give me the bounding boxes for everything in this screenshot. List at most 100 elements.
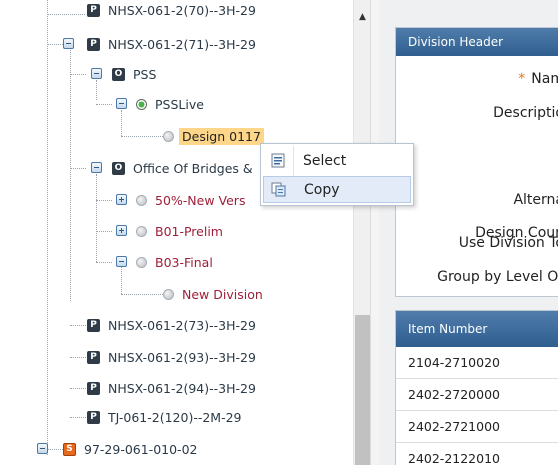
collapse-toggle[interactable] xyxy=(91,162,102,173)
tree-line xyxy=(121,110,122,136)
tree-node-label: Design 0117 xyxy=(179,127,264,145)
tree-line xyxy=(121,136,163,137)
tree-node-label: NHSX-061-2(73)--3H-29 xyxy=(108,317,256,333)
select-icon xyxy=(263,153,293,168)
division-header-form: Division Header *Nam Descriptio Alterna … xyxy=(395,27,558,297)
tree-node-label: B01-Prelim xyxy=(155,223,223,239)
tree-node-division[interactable]: B03-Final xyxy=(136,252,216,272)
name-field-label: * Nam xyxy=(518,71,558,87)
item-number-column-header[interactable]: Item Number xyxy=(396,311,558,347)
tree-line xyxy=(96,104,112,105)
project-badge-icon: P xyxy=(87,3,100,17)
division-status-icon xyxy=(163,288,174,300)
division-status-icon xyxy=(136,256,147,268)
collapse-toggle[interactable] xyxy=(116,98,127,109)
tree-line xyxy=(47,44,63,45)
menu-item-select[interactable]: Select xyxy=(263,147,411,174)
collapse-toggle[interactable] xyxy=(116,256,127,267)
tree-node-label: NHSX-061-2(94)--3H-29 xyxy=(108,380,256,396)
state-badge-icon: S xyxy=(63,442,76,456)
tree-node-division[interactable]: New Division xyxy=(163,284,266,304)
menu-item-copy[interactable]: Copy xyxy=(263,176,411,203)
tree-node-label: NHSX-061-2(71)--3H-29 xyxy=(108,36,256,52)
design-status-icon xyxy=(163,130,174,142)
division-status-icon xyxy=(136,225,147,237)
required-marker: * xyxy=(518,71,526,87)
tree-line xyxy=(96,231,112,232)
menu-item-label: Select xyxy=(303,152,347,169)
tree-line xyxy=(70,325,86,326)
table-row[interactable]: 2402-2122010 xyxy=(396,443,558,465)
scrollbar-thumb[interactable] xyxy=(355,315,370,465)
collapse-toggle[interactable] xyxy=(91,68,102,79)
project-badge-icon: P xyxy=(87,37,100,51)
tree-node-label: B03-Final xyxy=(155,254,213,270)
collapse-toggle[interactable] xyxy=(37,443,48,454)
expand-toggle[interactable] xyxy=(116,225,127,236)
tree-node-project[interactable]: P NHSX-061-2(71)--3H-29 xyxy=(87,34,259,54)
tree-node-label: NHSX-061-2(93)--3H-29 xyxy=(108,349,256,365)
tree-line xyxy=(70,74,86,75)
tree-line xyxy=(47,14,85,15)
menu-item-label: Copy xyxy=(304,181,340,198)
tree-line xyxy=(70,357,86,358)
tree-node-division[interactable]: 50%-New Vers xyxy=(136,190,248,210)
tree-node-division[interactable]: B01-Prelim xyxy=(136,221,226,241)
tree-line xyxy=(96,200,112,201)
tree-node-office[interactable]: O PSS xyxy=(112,64,159,84)
tree-node-version[interactable]: PSSLive xyxy=(136,94,207,114)
tree-line xyxy=(121,264,122,294)
tree-panel: P NHSX-061-2(70)--3H-29 P NHSX-061-2(71)… xyxy=(0,0,353,465)
office-badge-icon: O xyxy=(112,161,125,175)
tree-line xyxy=(70,168,86,169)
live-status-icon xyxy=(136,98,147,110)
panel-splitter[interactable] xyxy=(370,0,379,465)
project-badge-icon: P xyxy=(87,410,100,424)
tree-node-project[interactable]: P TJ-061-2(120)--2M-29 xyxy=(87,407,245,427)
tree-node-label: 97-29-061-010-02 xyxy=(84,441,198,457)
group-by-level-field-label: Group by Level Or xyxy=(437,269,558,285)
tree-scrollbar[interactable]: ▲ xyxy=(353,0,370,465)
expand-toggle[interactable] xyxy=(116,194,127,205)
tree-line xyxy=(70,48,71,301)
tree-line xyxy=(121,294,163,295)
use-division-field-label: Use Division To xyxy=(458,235,558,251)
detail-panel: Division Header *Nam Descriptio Alterna … xyxy=(379,0,558,465)
tree-node-label: New Division xyxy=(182,286,263,302)
tree-node-label: TJ-061-2(120)--2M-29 xyxy=(108,409,242,425)
division-status-icon xyxy=(136,194,147,206)
tree-node-office[interactable]: O Office Of Bridges & xyxy=(112,158,256,178)
tree-line xyxy=(96,80,97,100)
tree-node-label: 50%-New Vers xyxy=(155,192,246,208)
tree-node-project[interactable]: P NHSX-061-2(70)--3H-29 xyxy=(87,0,259,20)
project-badge-icon: P xyxy=(87,350,100,364)
tree-node-state-project[interactable]: S 97-29-061-010-02 xyxy=(63,439,200,459)
table-row[interactable]: 2104-2710020 xyxy=(396,347,558,379)
copy-icon xyxy=(264,182,294,197)
tree-node-project[interactable]: P NHSX-061-2(73)--3H-29 xyxy=(87,315,259,335)
context-menu: Select Copy xyxy=(260,143,414,206)
alternate-field-label: Alterna xyxy=(513,192,558,208)
tree-line xyxy=(70,417,86,418)
table-row[interactable]: 2402-2720000 xyxy=(396,379,558,411)
tree-line xyxy=(96,174,97,262)
table-row[interactable]: 2402-2721000 xyxy=(396,411,558,443)
tree-node-label: NHSX-061-2(70)--3H-29 xyxy=(108,2,256,18)
tree-line xyxy=(47,449,63,450)
tree-node-label: Office Of Bridges & xyxy=(133,160,253,176)
project-badge-icon: P xyxy=(87,381,100,395)
tree-node-design-selected[interactable]: Design 0117 xyxy=(163,126,264,146)
tree-node-project[interactable]: P NHSX-061-2(93)--3H-29 xyxy=(87,347,259,367)
division-header-title: Division Header xyxy=(396,28,558,56)
tree-line xyxy=(96,262,112,263)
tree-line xyxy=(47,0,48,455)
scroll-up-arrow-icon[interactable]: ▲ xyxy=(354,10,371,24)
tree-line xyxy=(70,388,86,389)
collapse-toggle[interactable] xyxy=(63,38,74,49)
office-badge-icon: O xyxy=(112,67,125,81)
description-field-label: Descriptio xyxy=(493,105,558,121)
tree-node-project[interactable]: P NHSX-061-2(94)--3H-29 xyxy=(87,378,259,398)
project-badge-icon: P xyxy=(87,318,100,332)
item-number-table: Item Number 2104-2710020 2402-2720000 24… xyxy=(395,310,558,465)
tree-node-label: PSSLive xyxy=(155,96,204,112)
